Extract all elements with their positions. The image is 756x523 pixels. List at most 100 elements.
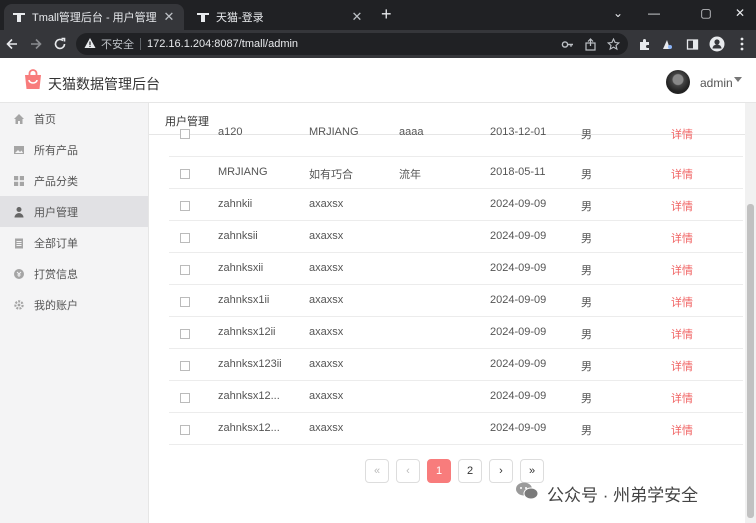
cell-date: 2013-12-01 [490,126,547,138]
sidebar-item-categories[interactable]: 产品分类 [0,165,148,196]
sidebar: 首页 所有产品 产品分类 用户管理 全部订单 打赏信息 我的账户 [0,103,149,523]
maximize-icon[interactable]: ▢ [688,0,724,26]
sidebar-item-label: 我的账户 [34,299,78,312]
extension-icon[interactable] [656,34,676,54]
cell-username: zahnksx12... [218,422,280,434]
detail-link[interactable]: 详情 [671,390,711,406]
tmall-favicon-icon [12,10,26,24]
cell-gender: 男 [581,169,592,181]
close-tab-icon[interactable]: ✕ [350,9,364,25]
table-row: zahnksx12... axaxsx 2024-09-09 男 详情 [169,412,743,445]
detail-link[interactable]: 详情 [671,294,711,310]
cell-realname: aaaa [399,126,424,138]
detail-link[interactable]: 详情 [671,262,711,278]
watermark-text: 公众号 · 州弟学安全 [547,486,699,505]
detail-link[interactable]: 详情 [671,198,711,214]
detail-link[interactable]: 详情 [671,326,711,342]
key-icon[interactable] [561,38,574,51]
forward-icon[interactable] [26,34,46,54]
side-panel-icon[interactable] [682,34,702,54]
tmall-logo-icon[interactable] [22,69,44,91]
table-row: MRJIANG 如有巧合 流年 2018-05-11 男 详情 [169,156,743,189]
cell-username: MRJIANG [218,166,268,178]
tmall-favicon-icon [196,10,210,24]
row-checkbox[interactable] [180,425,190,435]
row-checkbox[interactable] [180,361,190,371]
page-2-button[interactable]: 2 [458,459,482,483]
scrollbar-thumb[interactable] [747,204,754,518]
cell-nickname: axaxsx [309,198,344,210]
row-checkbox[interactable] [180,329,190,339]
cell-username: zahnksx12... [218,390,280,402]
sidebar-item-home[interactable]: 首页 [0,103,148,134]
cell-username: zahnksx12ii [218,326,276,338]
row-checkbox[interactable] [180,233,190,243]
row-checkbox[interactable] [180,393,190,403]
address-bar[interactable]: 不安全 172.16.1.204:8087/tmall/admin [76,33,628,55]
sidebar-item-label: 全部订单 [34,237,78,250]
row-checkbox[interactable] [180,201,190,211]
star-icon[interactable] [607,37,620,51]
cell-nickname: 如有巧合 [309,169,353,181]
row-checkbox[interactable] [180,129,190,139]
cell-username: zahnksx1ii [218,294,270,306]
cell-date: 2024-09-09 [490,422,547,434]
wechat-icon [515,481,539,506]
cell-date: 2024-09-09 [490,358,547,370]
table-row: zahnksx1ii axaxsx 2024-09-09 男 详情 [169,284,743,317]
warning-icon[interactable] [84,37,96,52]
back-icon[interactable] [2,34,22,54]
sidebar-item-orders[interactable]: 全部订单 [0,227,148,258]
first-page-button[interactable]: « [365,459,389,483]
extensions-icon[interactable] [634,34,654,54]
sidebar-item-all-products[interactable]: 所有产品 [0,134,148,165]
detail-link[interactable]: 详情 [671,166,711,182]
admin-page: 天猫数据管理后台 admin 首页 所有产品 产品分类 用户管理 全部订单 打赏… [0,58,756,523]
sidebar-item-rewards[interactable]: 打赏信息 [0,258,148,289]
table-row: zahnksxii axaxsx 2024-09-09 男 详情 [169,252,743,285]
menu-icon[interactable] [732,34,752,54]
detail-link[interactable]: 详情 [671,422,711,438]
sidebar-item-label: 产品分类 [34,175,78,188]
brand-title[interactable]: 天猫数据管理后台 [48,74,160,94]
prev-page-button[interactable]: ‹ [396,459,420,483]
image-icon [12,143,26,157]
page-1-button[interactable]: 1 [427,459,451,483]
new-tab-icon[interactable]: + [381,5,392,23]
chevron-down-icon[interactable] [734,77,742,82]
avatar[interactable] [666,70,690,94]
detail-link[interactable]: 详情 [671,358,711,374]
chevron-down-icon[interactable]: ⌄ [600,0,636,26]
cell-date: 2024-09-09 [490,230,547,242]
sidebar-item-users[interactable]: 用户管理 [0,196,148,227]
cell-nickname: axaxsx [309,294,344,306]
user-name[interactable]: admin [700,76,733,90]
share-icon[interactable] [584,37,597,51]
tab-user-management[interactable]: Tmall管理后台 - 用户管理 ✕ [4,4,184,30]
watermark: 公众号 · 州弟学安全 [515,481,698,506]
cell-username: zahnksii [218,230,258,242]
main-content: 用户管理 a120 MRJIANG aaaa 2013-12-01 男 详情 M… [149,103,745,523]
row-checkbox[interactable] [180,265,190,275]
url-text[interactable]: 172.16.1.204:8087/tmall/admin [147,38,551,50]
cell-nickname: axaxsx [309,422,344,434]
profile-icon[interactable] [707,34,727,54]
cell-gender: 男 [581,361,592,373]
table-row: zahnksx12ii axaxsx 2024-09-09 男 详情 [169,316,743,349]
cell-gender: 男 [581,265,592,277]
next-page-button[interactable]: › [489,459,513,483]
close-tab-icon[interactable]: ✕ [162,9,176,25]
reload-icon[interactable] [50,34,70,54]
detail-link[interactable]: 详情 [671,230,711,246]
window-close-icon[interactable]: ✕ [722,0,756,26]
cell-realname: 流年 [399,169,421,181]
last-page-button[interactable]: » [520,459,544,483]
sidebar-item-account[interactable]: 我的账户 [0,289,148,320]
tab-login[interactable]: 天猫-登录 ✕ [188,4,372,30]
detail-link[interactable]: 详情 [671,126,711,142]
row-checkbox[interactable] [180,297,190,307]
minimize-icon[interactable]: — [636,0,672,26]
row-checkbox[interactable] [180,169,190,179]
insecure-label: 不安全 [101,39,134,51]
gear-icon [12,298,26,312]
